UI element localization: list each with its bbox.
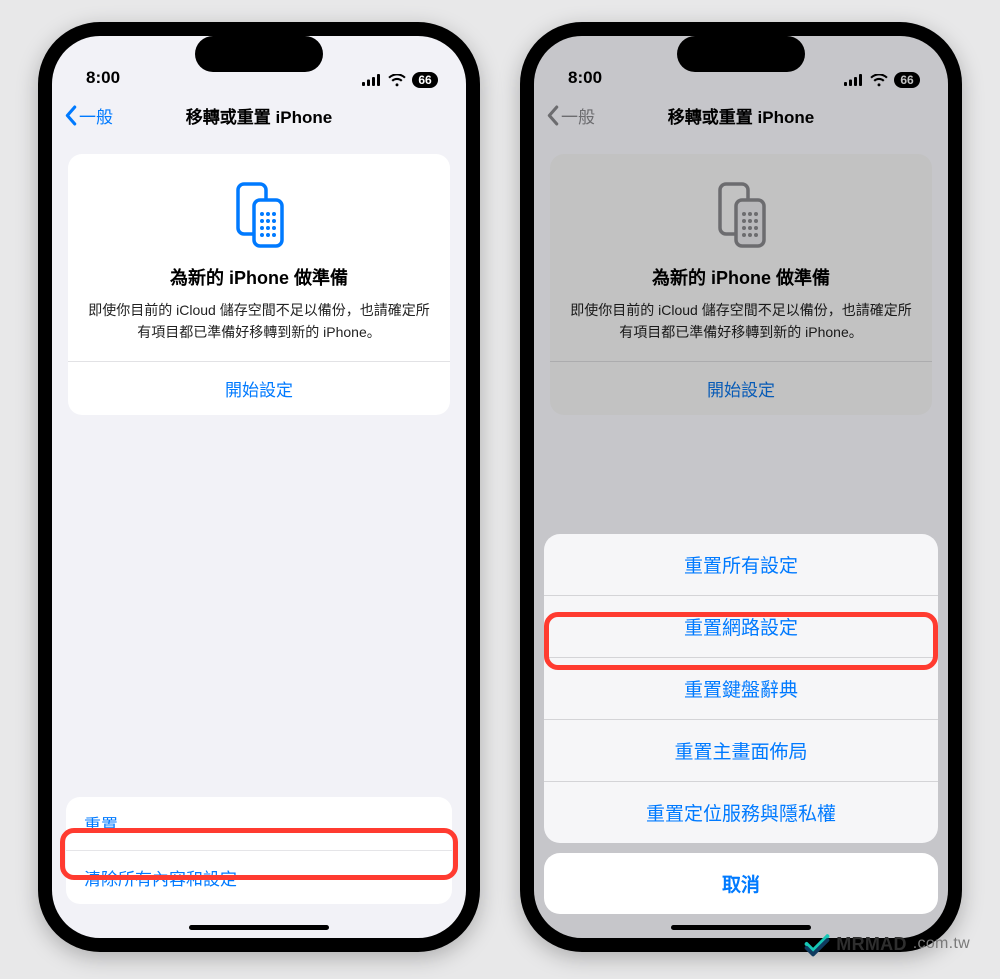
watermark: MRMAD .com.tw (804, 931, 970, 957)
hero-heading: 為新的 iPhone 做準備 (86, 264, 432, 290)
phone-right: 8:00 66 一般 移轉或重置 iPhone (520, 22, 962, 952)
battery-icon: 66 (412, 72, 438, 88)
sheet-cancel-button[interactable]: 取消 (544, 853, 938, 914)
erase-button[interactable]: 清除所有內容和設定 (66, 850, 452, 904)
watermark-logo-icon (804, 931, 830, 957)
transfer-devices-icon (224, 180, 294, 250)
nav-title: 移轉或重置 iPhone (52, 103, 466, 128)
wifi-icon (388, 74, 406, 87)
hero-card: 為新的 iPhone 做準備 即使你目前的 iCloud 儲存空間不足以備份，也… (68, 154, 450, 415)
watermark-brand: MRMAD (836, 934, 907, 955)
watermark-domain: .com.tw (913, 935, 970, 953)
nav-bar: 一般 移轉或重置 iPhone (52, 92, 466, 138)
action-sheet: 重置所有設定 重置網路設定 重置鍵盤辭典 重置主畫面佈局 重置定位服務與隱私權 … (544, 534, 938, 914)
dynamic-island (677, 36, 805, 72)
home-indicator[interactable] (189, 925, 329, 930)
reset-button[interactable]: 重置 (66, 797, 452, 850)
home-indicator[interactable] (671, 925, 811, 930)
phone-left: 8:00 66 一般 移轉或重置 iPhone (38, 22, 480, 952)
sheet-option-reset-privacy[interactable]: 重置定位服務與隱私權 (544, 781, 938, 843)
bottom-action-list: 重置 清除所有內容和設定 (66, 797, 452, 904)
sheet-option-reset-all[interactable]: 重置所有設定 (544, 534, 938, 595)
hero-cta-button[interactable]: 開始設定 (86, 362, 432, 415)
dynamic-island (195, 36, 323, 72)
cellular-icon (362, 74, 382, 86)
sheet-option-reset-network[interactable]: 重置網路設定 (544, 595, 938, 657)
status-time: 8:00 (86, 68, 120, 88)
hero-body: 即使你目前的 iCloud 儲存空間不足以備份，也請確定所有項目都已準備好移轉到… (86, 300, 432, 343)
sheet-option-reset-home[interactable]: 重置主畫面佈局 (544, 719, 938, 781)
sheet-option-reset-keyboard[interactable]: 重置鍵盤辭典 (544, 657, 938, 719)
